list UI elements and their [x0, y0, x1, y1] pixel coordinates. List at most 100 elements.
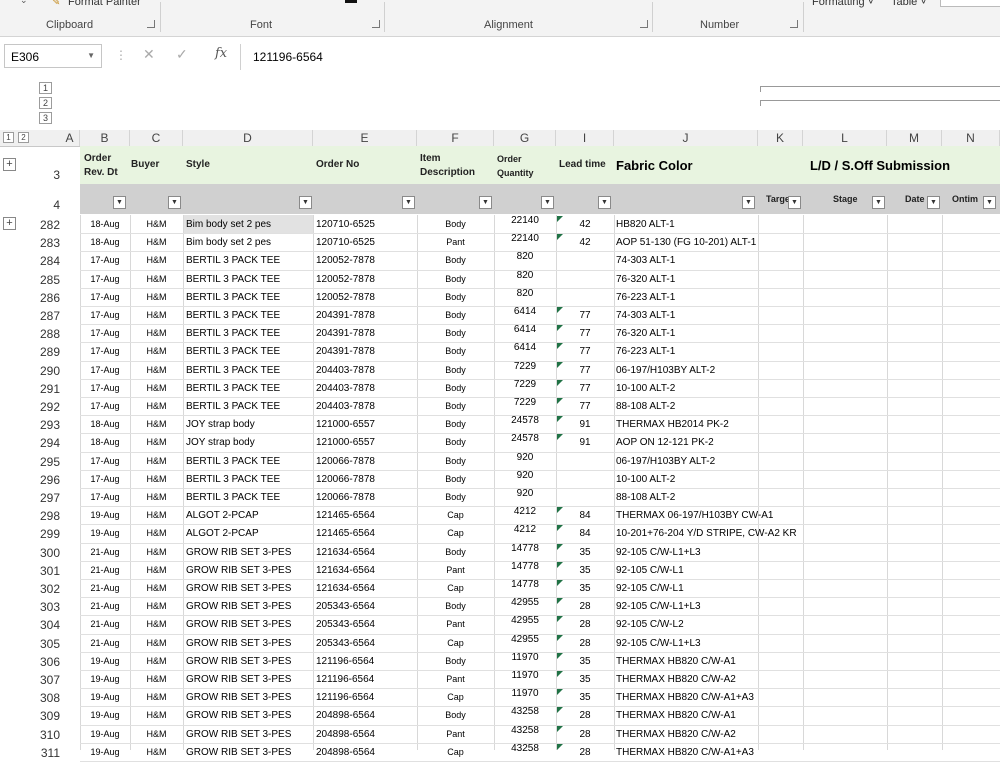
- cell-order-quantity[interactable]: 7229: [494, 397, 556, 408]
- cell-order-quantity[interactable]: 11970: [494, 652, 556, 663]
- cell-order-quantity[interactable]: 24578: [494, 433, 556, 444]
- cell-order-quantity[interactable]: 14778: [494, 579, 556, 590]
- cell-style[interactable]: BERTIL 3 PACK TEE: [186, 365, 313, 376]
- cell-buyer[interactable]: H&M: [130, 255, 183, 265]
- clipboard-launcher-icon[interactable]: [147, 20, 155, 28]
- row-header[interactable]: 291: [22, 382, 60, 396]
- cell-item[interactable]: Body: [417, 656, 494, 666]
- cell-order-no[interactable]: 121000-6557: [316, 437, 417, 448]
- cell-order-quantity[interactable]: 42955: [494, 634, 556, 645]
- cell-lead-time[interactable]: 35: [556, 565, 614, 576]
- cell-style[interactable]: JOY strap body: [186, 419, 313, 430]
- row-header[interactable]: 292: [22, 400, 60, 414]
- cell-order-rev-dt[interactable]: 17-Aug: [80, 492, 130, 502]
- cell-fabric-color[interactable]: THERMAX HB820 C/W-A2: [616, 729, 758, 740]
- cell-lead-time[interactable]: 42: [556, 237, 614, 248]
- row-header[interactable]: 305: [22, 637, 60, 651]
- cell-lead-time[interactable]: 77: [556, 310, 614, 321]
- column-group-bracket[interactable]: [760, 86, 1000, 92]
- cell-order-quantity[interactable]: 920: [494, 452, 556, 463]
- column-header-l[interactable]: L: [803, 130, 887, 146]
- cell-order-quantity[interactable]: 24578: [494, 415, 556, 426]
- chevron-down-icon[interactable]: ▼: [87, 51, 95, 60]
- row-header[interactable]: 4: [22, 198, 60, 212]
- cell-style[interactable]: BERTIL 3 PACK TEE: [186, 401, 313, 412]
- cell-order-quantity[interactable]: 920: [494, 470, 556, 481]
- cell-order-quantity[interactable]: 43258: [494, 743, 556, 754]
- cell-fabric-color[interactable]: 92-105 C/W-L1: [616, 565, 758, 576]
- cell-buyer[interactable]: H&M: [130, 328, 183, 338]
- cell-order-no[interactable]: 121000-6557: [316, 419, 417, 430]
- cell-fabric-color[interactable]: 76-223 ALT-1: [616, 292, 758, 303]
- cell-item[interactable]: Pant: [417, 237, 494, 247]
- cell-order-rev-dt[interactable]: 21-Aug: [80, 547, 130, 557]
- cell-order-quantity[interactable]: 42955: [494, 597, 556, 608]
- cell-order-rev-dt[interactable]: 21-Aug: [80, 583, 130, 593]
- cell-fabric-color[interactable]: 10-100 ALT-2: [616, 474, 758, 485]
- cell-fabric-color[interactable]: THERMAX HB820 C/W-A1: [616, 656, 758, 667]
- cell-item[interactable]: Body: [417, 365, 494, 375]
- column-group-bracket[interactable]: [760, 100, 1000, 106]
- cell-item[interactable]: Pant: [417, 565, 494, 575]
- cell-item[interactable]: Cap: [417, 528, 494, 538]
- cell-order-no[interactable]: 120710-6525: [316, 237, 417, 248]
- cell-item[interactable]: Pant: [417, 674, 494, 684]
- cell-fabric-color[interactable]: HB820 ALT-1: [616, 219, 758, 230]
- cell-buyer[interactable]: H&M: [130, 565, 183, 575]
- cell-item[interactable]: Body: [417, 292, 494, 302]
- format-as-table-button[interactable]: Table ˅: [891, 0, 927, 8]
- cell-fabric-color[interactable]: THERMAX HB2014 PK-2: [616, 419, 758, 430]
- cell-order-no[interactable]: 121196-6564: [316, 656, 417, 667]
- cell-order-no[interactable]: 121465-6564: [316, 528, 417, 539]
- cell-lead-time[interactable]: 84: [556, 510, 614, 521]
- cell-fabric-color[interactable]: AOP 51-130 (FG 10-201) ALT-1: [616, 237, 758, 248]
- cell-order-rev-dt[interactable]: 19-Aug: [80, 710, 130, 720]
- column-header-m[interactable]: M: [887, 130, 942, 146]
- cell-order-quantity[interactable]: 42955: [494, 615, 556, 626]
- row-header[interactable]: 289: [22, 345, 60, 359]
- cell-lead-time[interactable]: 77: [556, 346, 614, 357]
- column-header-d[interactable]: D: [183, 130, 313, 146]
- cell-item[interactable]: Body: [417, 255, 494, 265]
- row-header[interactable]: 293: [22, 418, 60, 432]
- cancel-icon[interactable]: ✕: [143, 46, 155, 63]
- cell-lead-time[interactable]: 35: [556, 656, 614, 667]
- cell-item[interactable]: Body: [417, 710, 494, 720]
- cell-order-quantity[interactable]: 11970: [494, 688, 556, 699]
- cell-fabric-color[interactable]: AOP ON 12-121 PK-2: [616, 437, 758, 448]
- filter-dropdown-icon[interactable]: ▼: [927, 196, 940, 209]
- cell-buyer[interactable]: H&M: [130, 638, 183, 648]
- cell-lead-time[interactable]: 35: [556, 547, 614, 558]
- cell-item[interactable]: Body: [417, 310, 494, 320]
- cell-lead-time[interactable]: 28: [556, 710, 614, 721]
- cell-order-quantity[interactable]: 14778: [494, 561, 556, 572]
- cell-order-rev-dt[interactable]: 21-Aug: [80, 619, 130, 629]
- cell-buyer[interactable]: H&M: [130, 492, 183, 502]
- cell-order-rev-dt[interactable]: 21-Aug: [80, 601, 130, 611]
- cell-order-no[interactable]: 204391-7878: [316, 346, 417, 357]
- outline-level-3-button[interactable]: 3: [39, 112, 52, 124]
- cell-buyer[interactable]: H&M: [130, 547, 183, 557]
- cell-lead-time[interactable]: 77: [556, 383, 614, 394]
- cell-lead-time[interactable]: 28: [556, 619, 614, 630]
- filter-dropdown-icon[interactable]: ▼: [983, 196, 996, 209]
- cell-buyer[interactable]: H&M: [130, 346, 183, 356]
- column-header-b[interactable]: B: [80, 130, 130, 146]
- cell-item[interactable]: Body: [417, 474, 494, 484]
- cell-item[interactable]: Body: [417, 383, 494, 393]
- cell-lead-time[interactable]: 28: [556, 638, 614, 649]
- name-box[interactable]: E306 ▼: [4, 44, 102, 68]
- cell-order-quantity[interactable]: 43258: [494, 725, 556, 736]
- row-header[interactable]: 309: [22, 709, 60, 723]
- cell-style[interactable]: BERTIL 3 PACK TEE: [186, 346, 313, 357]
- cell-order-no[interactable]: 120066-7878: [316, 456, 417, 467]
- filter-dropdown-icon[interactable]: ▼: [788, 196, 801, 209]
- cell-buyer[interactable]: H&M: [130, 510, 183, 520]
- cell-order-quantity[interactable]: 6414: [494, 324, 556, 335]
- cell-style[interactable]: BERTIL 3 PACK TEE: [186, 310, 313, 321]
- filter-dropdown-icon[interactable]: ▼: [299, 196, 312, 209]
- cell-item[interactable]: Cap: [417, 692, 494, 702]
- cell-order-quantity[interactable]: 920: [494, 488, 556, 499]
- cell-buyer[interactable]: H&M: [130, 419, 183, 429]
- cell-order-rev-dt[interactable]: 17-Aug: [80, 365, 130, 375]
